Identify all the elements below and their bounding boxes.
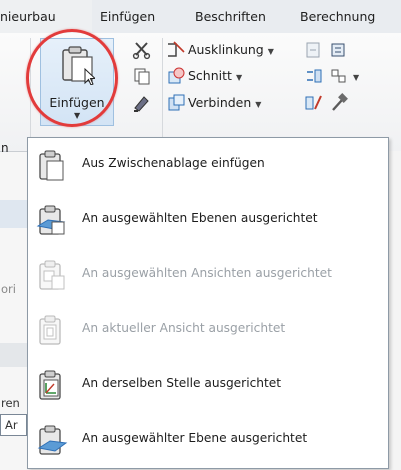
tab-ingenieurbau[interactable]: nieurbau: [0, 9, 56, 24]
ausklinkung-label: Ausklinkung: [188, 42, 264, 57]
background-right: [388, 151, 401, 470]
paste-selected-level-icon: [37, 425, 68, 455]
menu-item-label: An ausgewählten Ebenen ausgerichtet: [82, 211, 318, 225]
menu-item-aligned-levels[interactable]: An ausgewählten Ebenen ausgerichtet: [28, 193, 388, 247]
split-icon[interactable]: [304, 93, 324, 113]
match-properties-icon[interactable]: [132, 93, 152, 113]
chevron-down-icon: ▼: [235, 73, 243, 82]
paste-aligned-levels-icon: [36, 205, 66, 235]
highlight-ring: [26, 29, 118, 127]
mirror-dropdown[interactable]: ▼: [349, 68, 359, 83]
menu-item-aligned-views[interactable]: An ausgewählten Ansichten ausgerichtet: [28, 248, 388, 302]
paste-dropdown-menu: Aus Zwischenablage einfügen An ausgewähl…: [27, 137, 389, 469]
join-icon[interactable]: [166, 93, 186, 113]
chevron-down-icon: ▼: [353, 73, 360, 82]
hammer-icon[interactable]: [328, 93, 348, 113]
menu-item-label: An derselben Stelle ausgerichtet: [82, 376, 282, 390]
tab-beschriften[interactable]: Beschriften: [195, 9, 266, 24]
clipboard-icon: [39, 150, 64, 181]
schnitt-label: Schnitt: [188, 68, 232, 83]
cut-icon[interactable]: [132, 40, 152, 60]
ribbon-group-stub: n: [1, 141, 9, 155]
menu-item-paste-clipboard[interactable]: Aus Zwischenablage einfügen: [28, 138, 388, 192]
ausklinkung-tool[interactable]: Ausklinkung ▼: [188, 42, 274, 57]
background-band: [0, 200, 27, 228]
paste-current-view-icon: [39, 315, 61, 345]
paste-aligned-views-icon: [39, 260, 65, 290]
menu-item-label: Aus Zwischenablage einfügen: [82, 156, 265, 170]
menu-item-label: An ausgewählter Ebene ausgerichtet: [82, 431, 308, 445]
verbinden-label: Verbinden: [188, 95, 252, 110]
chevron-down-icon: ▼: [255, 100, 262, 109]
verbinden-tool[interactable]: Verbinden ▼: [188, 95, 261, 110]
background-text: Ar: [5, 418, 18, 432]
copy-icon[interactable]: [132, 66, 152, 86]
background-text: ren: [1, 396, 20, 410]
background-band: [0, 343, 27, 367]
tab-berechnung[interactable]: Berechnung: [300, 9, 375, 24]
schnitt-tool[interactable]: Schnitt ▼: [188, 68, 242, 83]
ribbon-group-separator: [162, 38, 163, 138]
menu-item-same-place[interactable]: An derselben Stelle ausgerichtet: [28, 358, 388, 412]
align-icon[interactable]: [304, 40, 324, 60]
cut-geometry-icon[interactable]: [166, 66, 186, 86]
cope-icon[interactable]: [166, 40, 186, 60]
offset-icon[interactable]: [304, 66, 324, 86]
ribbon-tab-strip: nieurbau Einfügen Beschriften Berechnung: [0, 0, 401, 34]
tab-einfuegen[interactable]: Einfügen: [100, 9, 155, 24]
menu-item-current-view[interactable]: An aktueller Ansicht ausgerichtet: [28, 303, 388, 357]
menu-item-selected-level[interactable]: An ausgewählter Ebene ausgerichtet: [28, 413, 388, 467]
menu-item-label: An aktueller Ansicht ausgerichtet: [82, 321, 286, 335]
background-text: ori: [1, 282, 16, 296]
mirror-icon[interactable]: [328, 66, 348, 86]
menu-item-label: An ausgewählten Ansichten ausgerichtet: [82, 266, 332, 280]
chevron-down-icon: ▼: [267, 47, 274, 56]
rotate-icon[interactable]: [328, 40, 348, 60]
paste-same-place-icon: [39, 370, 61, 400]
